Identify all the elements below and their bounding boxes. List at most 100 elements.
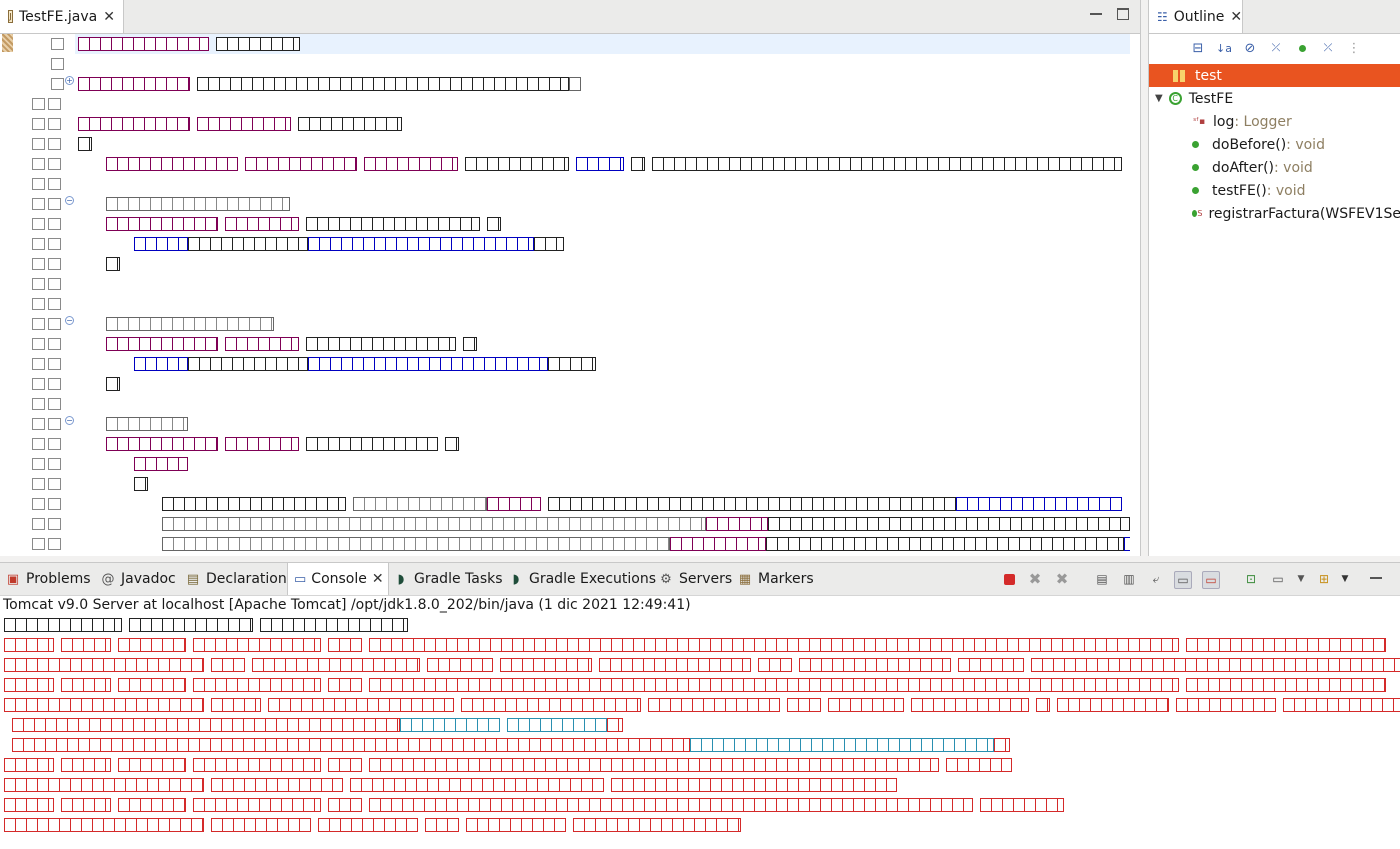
console-line-error [4, 697, 1400, 713]
minimize-icon[interactable] [1370, 572, 1382, 579]
sort-icon[interactable]: ↓a [1215, 39, 1233, 57]
bottom-panel: ▣ Problems @ Javadoc ▤ Declaration ▭ Con… [0, 562, 1400, 849]
tab-gradle-executions[interactable]: ◗ Gradle Executions [508, 563, 656, 595]
public-method-icon [1192, 187, 1199, 194]
code-editor[interactable]: + − − − [0, 34, 1130, 556]
expand-fold-icon[interactable]: + [65, 76, 74, 85]
java-file-icon: J [8, 10, 13, 23]
tab-label: Gradle Tasks [414, 571, 503, 587]
code-line-statement [162, 496, 1122, 512]
console-output[interactable] [0, 615, 1400, 849]
tab-label: Outline [1173, 8, 1225, 25]
line-number [32, 158, 66, 172]
minimize-icon[interactable] [1090, 8, 1102, 15]
outline-label: log [1213, 113, 1235, 130]
scroll-lock-icon[interactable]: ▥ [1121, 571, 1137, 587]
code-line-annotation-before [106, 196, 290, 212]
code-line-doafter-body [134, 356, 596, 372]
tab-console[interactable]: ▭ Console ✕ [287, 563, 389, 595]
code-line-brace [106, 376, 120, 392]
code-line-brace [134, 476, 148, 492]
close-icon[interactable]: ✕ [1230, 9, 1242, 25]
class-icon: C [1168, 92, 1182, 105]
console-line-error [4, 677, 1386, 693]
terminate-icon[interactable] [1001, 571, 1017, 587]
outline-item-field[interactable]: ˢᶠ▪ log : Logger [1149, 110, 1400, 133]
outline-type: : void [1286, 136, 1325, 153]
tab-gradle-tasks[interactable]: ◗ Gradle Tasks [393, 563, 503, 595]
clear-console-icon[interactable]: ▤ [1094, 571, 1110, 587]
public-method-icon [1192, 141, 1199, 148]
outline-label: doBefore() [1212, 136, 1287, 153]
bottom-tab-bar: ▣ Problems @ Javadoc ▤ Declaration ▭ Con… [0, 563, 1400, 596]
hide-static-icon[interactable]: ⤫ [1267, 39, 1285, 57]
tab-testfe-java[interactable]: J TestFE.java ✕ [0, 0, 124, 33]
hide-fields-icon[interactable]: ⊘ [1241, 39, 1259, 57]
markers-icon: ▦ [738, 571, 752, 587]
collapse-fold-icon[interactable]: − [65, 196, 74, 205]
tab-servers[interactable]: ⚙ Servers [658, 563, 732, 595]
chevron-down-icon[interactable]: ▼ [1293, 571, 1309, 587]
view-menu-icon[interactable]: ⋮ [1345, 39, 1363, 57]
collapse-fold-icon[interactable]: − [65, 416, 74, 425]
code-line-package [78, 36, 300, 52]
outline-item-method[interactable]: doAfter() : void [1149, 156, 1400, 179]
console-line-error [4, 657, 1400, 673]
outline-item-method[interactable]: doBefore() : void [1149, 133, 1400, 156]
close-icon[interactable]: ✕ [103, 9, 115, 25]
console-line-stacktrace [12, 717, 623, 733]
open-console-icon[interactable]: ⊞ [1316, 571, 1332, 587]
overview-ruler [0, 34, 14, 556]
console-line-error [4, 817, 741, 833]
line-number [32, 478, 66, 492]
chevron-down-icon[interactable]: ▼ [1155, 93, 1163, 104]
show-on-stderr-icon[interactable]: ▭ [1202, 571, 1220, 589]
tab-markers[interactable]: ▦ Markers [737, 563, 814, 595]
outline-item-package[interactable]: test [1149, 64, 1400, 87]
remove-all-launches-icon[interactable]: ✖ [1054, 570, 1070, 588]
show-on-stdout-icon[interactable]: ▭ [1174, 571, 1192, 589]
pin-console-icon[interactable]: ⊡ [1243, 571, 1259, 587]
hide-local-types-icon[interactable]: ⤫ [1319, 39, 1337, 57]
tab-problems[interactable]: ▣ Problems [5, 563, 91, 595]
declaration-icon: ▤ [186, 571, 200, 587]
hide-nonpublic-icon[interactable] [1293, 39, 1311, 57]
editor-pane: J TestFE.java ✕ + − − − [0, 0, 1141, 556]
line-number [32, 298, 66, 312]
display-console-icon[interactable]: ▭ [1270, 571, 1286, 587]
tab-outline[interactable]: ☷ Outline ✕ [1149, 0, 1243, 33]
code-line-logger-field [106, 156, 1122, 172]
line-number [32, 258, 66, 272]
collapse-fold-icon[interactable]: − [65, 316, 74, 325]
outline-item-method[interactable]: testFE() : void [1149, 179, 1400, 202]
tab-declaration[interactable]: ▤ Declaration [185, 563, 287, 595]
outline-type: : Logger [1234, 113, 1292, 130]
console-line-error [4, 777, 897, 793]
word-wrap-icon[interactable]: ⤶ [1148, 571, 1164, 587]
code-line-brace [106, 256, 120, 272]
outline-item-class[interactable]: ▼ C TestFE [1149, 87, 1400, 110]
tab-label: Servers [679, 571, 733, 587]
code-line-imports [78, 76, 581, 92]
chevron-down-icon[interactable]: ▼ [1337, 571, 1353, 587]
outline-label: registrarFactura(WSFEV1Se [1208, 205, 1400, 222]
line-number [32, 538, 66, 552]
line-number [32, 498, 66, 512]
static-marker-icon: S [1197, 209, 1203, 218]
gradle-icon: ◗ [397, 571, 405, 587]
tab-javadoc[interactable]: @ Javadoc [100, 563, 176, 595]
code-line-dobefore-decl [106, 216, 501, 232]
close-icon[interactable]: ✕ [372, 571, 384, 587]
maximize-icon[interactable] [1117, 8, 1129, 20]
outline-label: doAfter() [1212, 159, 1274, 176]
outline-tab-bar: ☷ Outline ✕ [1149, 0, 1400, 34]
outline-item-method[interactable]: S registrarFactura(WSFEV1Se [1149, 202, 1400, 225]
change-marker [2, 34, 13, 52]
tab-label: Gradle Executions [529, 571, 657, 587]
line-number [32, 238, 66, 252]
code-line-testfe-decl [106, 436, 459, 452]
collapse-all-icon[interactable]: ⊟ [1189, 39, 1207, 57]
remove-launch-icon[interactable]: ✖ [1027, 570, 1043, 588]
gradle-icon: ◗ [512, 571, 520, 587]
console-line [4, 617, 408, 633]
